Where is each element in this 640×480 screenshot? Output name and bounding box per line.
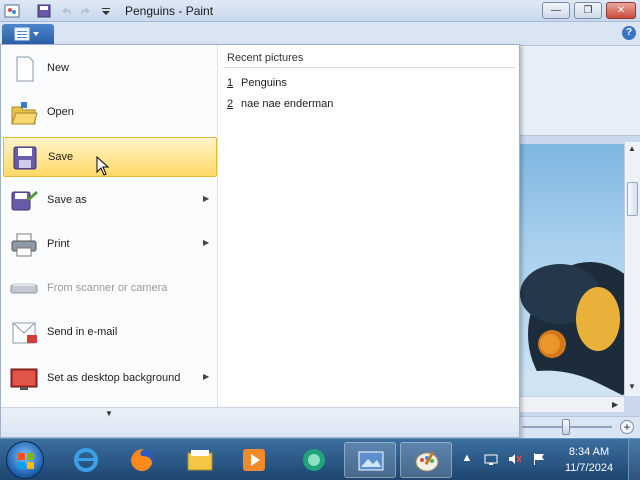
scroll-down-icon[interactable]: ▼	[628, 382, 636, 391]
start-button[interactable]	[6, 441, 44, 479]
paint-icon	[415, 451, 439, 472]
menu-item-send-email[interactable]: Send in e-mail	[3, 313, 217, 353]
action-center-flag-icon[interactable]	[532, 452, 546, 466]
volume-muted-icon[interactable]	[508, 452, 522, 466]
menu-item-open[interactable]: Open	[3, 93, 217, 133]
penguin-graphic	[520, 262, 624, 396]
menu-item-set-desktop-background[interactable]: Set as desktop background ▶	[3, 359, 217, 399]
help-icon[interactable]: ?	[622, 26, 636, 40]
scroll-right-icon[interactable]: ▶	[612, 400, 618, 409]
mouse-cursor-icon	[96, 156, 110, 176]
horizontal-scrollbar[interactable]: ▶	[520, 396, 624, 412]
menu-item-label: Open	[47, 106, 74, 118]
taskbar-paint[interactable]	[400, 442, 452, 478]
email-icon	[12, 322, 37, 344]
menu-commands: New Open Save Save as ▶ Print ▶ From sca…	[1, 45, 218, 407]
recent-item-name: Penguins	[241, 77, 287, 89]
customize-quick-access-icon[interactable]	[98, 3, 114, 19]
clock-date[interactable]: 11/7/2024	[560, 462, 618, 474]
new-document-icon	[16, 56, 34, 82]
save-as-icon	[11, 191, 38, 211]
zoom-in-button[interactable]: +	[620, 420, 634, 434]
redo-icon[interactable]	[78, 3, 94, 19]
recent-pictures-panel: Recent pictures 1 Penguins 2 nae nae ender…	[219, 45, 519, 407]
menu-item-label: Save as	[47, 194, 87, 206]
paint-app-icon[interactable]	[4, 3, 20, 19]
show-hidden-icons-icon[interactable]: ▲	[460, 452, 474, 466]
media-player-icon	[243, 449, 265, 471]
menu-item-save-as[interactable]: Save as ▶	[3, 181, 217, 221]
menu-item-label: Send in e-mail	[47, 326, 118, 338]
menu-item-print[interactable]: Print ▶	[3, 225, 217, 265]
taskbar-firefox[interactable]	[116, 442, 168, 478]
windows-logo-icon	[18, 453, 34, 469]
submenu-arrow-icon: ▶	[203, 194, 210, 203]
menu-item-label: New	[47, 62, 70, 74]
menu-footer	[1, 407, 519, 437]
submenu-arrow-icon: ▶	[203, 238, 210, 247]
submenu-arrow-icon: ▶	[203, 372, 210, 381]
recent-item-number: 1	[227, 77, 234, 89]
vertical-scroll-thumb[interactable]	[627, 182, 638, 216]
green-app-icon	[303, 449, 325, 471]
scroll-up-icon[interactable]: ▲	[628, 144, 636, 153]
taskbar-green-app[interactable]	[288, 442, 340, 478]
menu-scroll-down-icon[interactable]: ▼	[105, 409, 113, 418]
menu-item-label: From scanner or camera	[47, 282, 168, 294]
save-disk-icon	[13, 146, 37, 170]
minimize-button[interactable]: —	[542, 2, 570, 19]
window-title: Penguins - Paint	[125, 4, 214, 18]
ribbon-panel	[520, 46, 640, 136]
close-button[interactable]: ✕	[606, 2, 636, 19]
recent-item-name: nae nae enderman	[241, 98, 334, 110]
printer-icon	[11, 233, 37, 257]
network-icon[interactable]	[484, 452, 498, 466]
menu-item-label: Print	[47, 238, 70, 250]
zoom-slider-thumb[interactable]	[562, 419, 570, 435]
recent-item-number: 2	[227, 98, 234, 110]
desktop-background-icon	[10, 368, 38, 390]
save-icon[interactable]	[36, 3, 52, 19]
menu-item-label: Save	[48, 151, 74, 163]
file-explorer-icon	[187, 450, 213, 471]
title-bar: Penguins - Paint — ❐ ✕	[0, 0, 640, 22]
paint-menu-button[interactable]	[2, 24, 54, 44]
recent-item[interactable]: 1 Penguins	[227, 77, 287, 95]
show-desktop-button[interactable]	[628, 439, 640, 480]
menu-item-from-scanner[interactable]: From scanner or camera	[3, 269, 217, 309]
recent-separator	[223, 67, 515, 68]
undo-icon[interactable]	[58, 3, 74, 19]
taskbar-photo-viewer[interactable]	[344, 442, 396, 478]
menu-item-new[interactable]: New	[3, 49, 217, 89]
taskbar-file-explorer[interactable]	[174, 442, 226, 478]
taskbar-media-player[interactable]	[228, 442, 280, 478]
penguin-image[interactable]	[520, 144, 624, 396]
photo-viewer-icon	[358, 451, 384, 471]
recent-item[interactable]: 2 nae nae enderman	[227, 98, 333, 116]
menu-item-label: Set as desktop background	[47, 372, 181, 384]
ribbon-tab-row	[0, 22, 640, 46]
recent-pictures-header: Recent pictures	[227, 52, 304, 64]
taskbar-internet-explorer[interactable]	[60, 442, 112, 478]
application-menu: New Open Save Save as ▶ Print ▶ From sca…	[0, 44, 520, 438]
internet-explorer-icon	[74, 448, 98, 472]
scanner-icon	[10, 283, 38, 294]
vertical-scrollbar[interactable]: ▲ ▼	[624, 142, 640, 396]
open-folder-icon	[11, 102, 38, 125]
maximize-button[interactable]: ❐	[574, 2, 602, 19]
firefox-icon	[131, 449, 153, 472]
menu-item-save[interactable]: Save	[3, 137, 217, 177]
menu-icon	[14, 27, 39, 41]
clock-time[interactable]: 8:34 AM	[566, 446, 612, 458]
